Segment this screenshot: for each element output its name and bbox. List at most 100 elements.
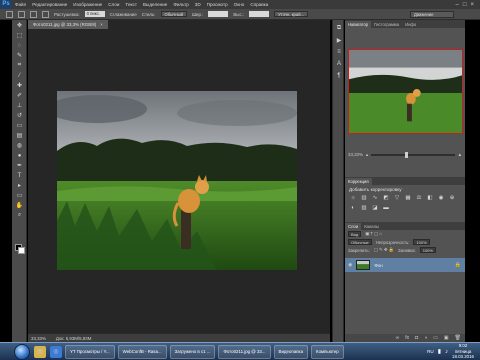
- style-select[interactable]: Обычный: [160, 11, 188, 17]
- eraser-icon[interactable]: ▭: [14, 121, 25, 130]
- hand-tool-icon[interactable]: ✋: [14, 201, 25, 210]
- layer-name[interactable]: Фон: [374, 263, 382, 268]
- document-tab[interactable]: Фото0211.jpg @ 33,3% (RGB/8) ×: [28, 20, 108, 29]
- properties-panel-icon[interactable]: ≡: [335, 48, 343, 56]
- lasso-tool-icon[interactable]: ◌: [14, 41, 25, 50]
- explorer-quicklaunch-icon[interactable]: ▤: [34, 345, 46, 358]
- tab-navigator[interactable]: Навигатор: [345, 21, 372, 28]
- history-brush-icon[interactable]: ↺: [14, 111, 25, 120]
- zoom-in-icon[interactable]: ▲: [458, 152, 462, 157]
- type-tool-icon[interactable]: T: [14, 171, 25, 180]
- navigator-zoom-value[interactable]: 33,33%: [348, 152, 363, 157]
- taskbar-button[interactable]: YT Просмотры / Y...: [65, 344, 115, 359]
- gradient-tool-icon[interactable]: ▤: [14, 131, 25, 140]
- clone-stamp-icon[interactable]: ⊥: [14, 101, 25, 110]
- actions-panel-icon[interactable]: ▶: [335, 36, 343, 44]
- marquee-tool-icon[interactable]: ⬚: [14, 31, 25, 40]
- fill-input[interactable]: 100%: [419, 247, 436, 253]
- blur-tool-icon[interactable]: ◍: [14, 141, 25, 150]
- minimize-icon[interactable]: –: [456, 2, 459, 8]
- lock-icons[interactable]: ▢ ✎ ✥ 🔒: [374, 247, 394, 253]
- gradient-map-icon[interactable]: ▬: [382, 205, 390, 212]
- invert-icon[interactable]: ◐: [349, 205, 357, 212]
- height-input[interactable]: [249, 11, 270, 17]
- navigator-preview[interactable]: [348, 49, 463, 134]
- menu-view[interactable]: Просмотр: [204, 2, 231, 7]
- healing-brush-icon[interactable]: ✚: [14, 81, 25, 90]
- layer-kind-select[interactable]: Вид: [348, 231, 362, 237]
- zoom-slider-knob[interactable]: [404, 151, 408, 158]
- exposure-icon[interactable]: ◩: [382, 195, 390, 202]
- hue-saturation-icon[interactable]: ▦: [404, 195, 412, 202]
- new-adjustment-icon[interactable]: ◑: [424, 335, 427, 341]
- taskbar-button[interactable]: Видеопапка: [273, 344, 309, 359]
- taskbar-button[interactable]: Загружено в с1 ...: [169, 344, 216, 359]
- menu-select[interactable]: Выделение: [140, 2, 170, 7]
- menu-help[interactable]: Справка: [247, 2, 271, 7]
- menu-filter[interactable]: Фильтр: [170, 2, 191, 7]
- marquee-tool-icon[interactable]: [6, 10, 13, 18]
- workspace-select[interactable]: Движение: [410, 11, 454, 18]
- curves-icon[interactable]: ∿: [371, 195, 379, 202]
- levels-icon[interactable]: ▥: [360, 195, 368, 202]
- move-tool-icon[interactable]: ✥: [14, 21, 25, 30]
- tab-layers[interactable]: Слои: [345, 223, 362, 230]
- link-layers-icon[interactable]: ∞: [396, 335, 400, 341]
- paragraph-panel-icon[interactable]: ¶: [335, 72, 343, 80]
- blend-mode-select[interactable]: Обычные: [348, 239, 372, 245]
- background-color-swatch[interactable]: [18, 247, 25, 254]
- add-mask-icon[interactable]: ◘: [415, 335, 418, 341]
- close-tab-icon[interactable]: ×: [100, 22, 103, 27]
- antialias-checkbox[interactable]: Сглаживание: [110, 12, 137, 17]
- path-select-icon[interactable]: ▸: [14, 181, 25, 190]
- visibility-eye-icon[interactable]: ◉: [348, 262, 352, 268]
- new-layer-icon[interactable]: ▣: [444, 335, 449, 341]
- posterize-icon[interactable]: ▨: [360, 205, 368, 212]
- maximize-icon[interactable]: □: [463, 2, 467, 8]
- clock[interactable]: 9:02 пятница 18.03.2016: [452, 343, 474, 360]
- brush-tool-icon[interactable]: ✐: [14, 91, 25, 100]
- zoom-tool-icon[interactable]: ⌕: [14, 211, 25, 220]
- browser-quicklaunch-icon[interactable]: ◎: [50, 345, 62, 358]
- volume-icon[interactable]: ♪: [445, 349, 448, 355]
- vibrance-icon[interactable]: ▽: [393, 195, 401, 202]
- taskbar-button[interactable]: Компьютер: [311, 344, 344, 359]
- quick-select-icon[interactable]: ✎: [14, 51, 25, 60]
- network-icon[interactable]: ▮: [438, 348, 441, 355]
- black-white-icon[interactable]: ◧: [426, 195, 434, 202]
- character-panel-icon[interactable]: A: [335, 60, 343, 68]
- close-icon[interactable]: ×: [470, 2, 474, 8]
- filter-icons[interactable]: ▣ T ▢ ⌂: [365, 231, 382, 237]
- shape-tool-icon[interactable]: ▭: [14, 191, 25, 200]
- delete-layer-icon[interactable]: 🗑: [455, 335, 461, 341]
- feather-input[interactable]: 0 пикс.: [84, 11, 105, 17]
- pen-tool-icon[interactable]: ✒: [14, 161, 25, 170]
- brightness-icon[interactable]: ☼: [349, 195, 357, 202]
- photo-filter-icon[interactable]: ◉: [437, 195, 445, 202]
- channel-mixer-icon[interactable]: ⊕: [448, 195, 456, 202]
- menu-layers[interactable]: Слои: [105, 2, 122, 7]
- crop-tool-icon[interactable]: ⌗: [14, 61, 25, 70]
- eyedropper-icon[interactable]: ⁄: [14, 71, 25, 80]
- tab-info[interactable]: Инфо: [402, 21, 419, 28]
- new-group-icon[interactable]: ▭: [433, 335, 438, 341]
- color-balance-icon[interactable]: ⚖: [415, 195, 423, 202]
- menu-text[interactable]: Текст: [122, 2, 140, 7]
- start-button[interactable]: [14, 343, 30, 360]
- subtract-selection-icon[interactable]: [42, 10, 49, 18]
- new-selection-icon[interactable]: [18, 10, 25, 18]
- menu-window[interactable]: Окно: [231, 2, 248, 7]
- dodge-tool-icon[interactable]: ●: [14, 151, 25, 160]
- menu-3d[interactable]: 3D: [192, 2, 204, 7]
- layer-row-background[interactable]: ◉ Фон 🔒: [345, 258, 465, 272]
- history-panel-icon[interactable]: ⧉: [335, 24, 343, 32]
- refine-edge-button[interactable]: Уточн. край...: [274, 11, 309, 17]
- tab-channels[interactable]: Каналы: [361, 223, 382, 230]
- zoom-out-icon[interactable]: ▴: [366, 152, 368, 158]
- taskbar-button[interactable]: Фото0211.jpg @ 33...: [218, 344, 271, 359]
- status-zoom[interactable]: 33,33%: [31, 336, 46, 341]
- add-selection-icon[interactable]: [30, 10, 37, 18]
- tab-adjustments[interactable]: Коррекция: [345, 178, 372, 185]
- tab-histogram[interactable]: Гистограмма: [371, 21, 402, 28]
- threshold-icon[interactable]: ◪: [371, 205, 379, 212]
